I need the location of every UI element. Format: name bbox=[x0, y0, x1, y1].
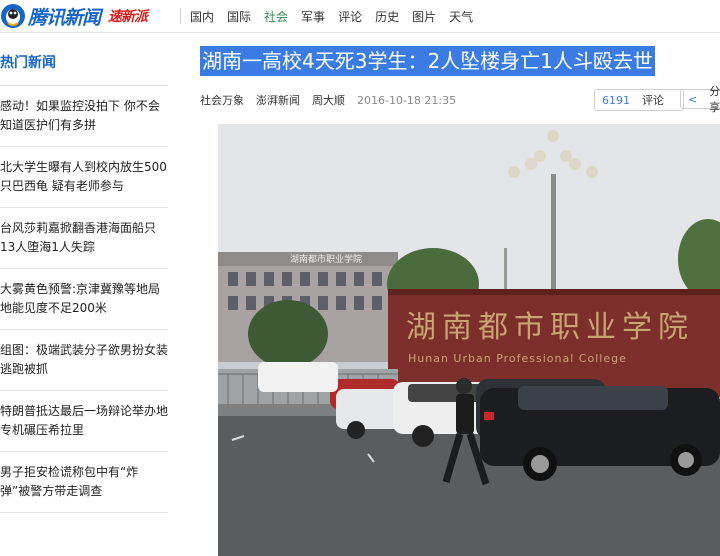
building-sign: 湖南都市职业学院 bbox=[290, 253, 362, 265]
nav-item-opinion[interactable]: 评论 bbox=[338, 8, 362, 25]
hot-news-sidebar: 热门新闻 感动！如果监控没拍下 你不会知道医护们有多拼 北大学生曝有人到校内放生… bbox=[0, 32, 168, 513]
comment-button[interactable]: 6191 评论 bbox=[594, 89, 684, 111]
sidebar-news-item[interactable]: 北大学生曝有人到校内放生500只巴西龟 疑有老师参与 bbox=[0, 147, 168, 208]
site-logo[interactable]: 腾讯新闻 速新派 bbox=[0, 2, 148, 30]
article-title: 湖南一高校4天死3学生：2人坠楼身亡1人斗殴去世 bbox=[200, 46, 655, 76]
sidebar-news-item[interactable]: 组图：极端武装分子欲男扮女装逃跑被抓 bbox=[0, 330, 168, 391]
comment-label: 评论 bbox=[642, 94, 664, 107]
comment-count: 6191 bbox=[602, 93, 630, 107]
share-icon: < bbox=[688, 92, 698, 106]
share-label: 分享 bbox=[709, 85, 720, 114]
sidebar-title: 热门新闻 bbox=[0, 32, 168, 86]
article-date: 2016-10-18 21:35 bbox=[357, 93, 457, 107]
share-button[interactable]: < 分享 bbox=[680, 85, 720, 114]
gate-sign-text: 湖南都市职业学院 bbox=[406, 310, 694, 345]
main-nav: 国内 国际 社会 军事 评论 历史 图片 天气 bbox=[190, 0, 486, 32]
sidebar-news-item[interactable]: 特朗普抵达最后一场辩论举办地 专机碾压希拉里 bbox=[0, 391, 168, 452]
article-photo: 湖南都市职业学院 湖南都市职业学院 Hunan Urban Profession… bbox=[218, 124, 720, 556]
nav-item-history[interactable]: 历史 bbox=[375, 8, 399, 25]
nav-item-military[interactable]: 军事 bbox=[301, 8, 325, 25]
sidebar-news-item[interactable]: 台风莎莉嘉掀翻香港海面船只 13人堕海1人失踪 bbox=[0, 208, 168, 269]
sidebar-news-item[interactable]: 男子拒安检谎称包中有“炸弹”被警方带走调查 bbox=[0, 452, 168, 513]
sidebar-news-item[interactable]: 大雾黄色预警:京津冀豫等地局地能见度不足200米 bbox=[0, 269, 168, 330]
article-category[interactable]: 社会万象 bbox=[200, 92, 244, 108]
channel-badge: 速新派 bbox=[108, 9, 148, 25]
sidebar-news-item[interactable]: 感动！如果监控没拍下 你不会知道医护们有多拼 bbox=[0, 86, 168, 147]
article-meta: 社会万象 澎湃新闻 周大顺 2016-10-18 21:35 6191 评论 <… bbox=[200, 85, 720, 114]
article-source[interactable]: 澎湃新闻 bbox=[256, 92, 300, 108]
qq-penguin-icon bbox=[0, 3, 26, 29]
site-logo-text: 腾讯新闻 bbox=[28, 6, 101, 29]
gate-sign-english: Hunan Urban Professional College bbox=[408, 352, 627, 365]
nav-item-weather[interactable]: 天气 bbox=[449, 8, 473, 25]
nav-item-international[interactable]: 国际 bbox=[227, 8, 251, 25]
nav-item-photos[interactable]: 图片 bbox=[412, 8, 436, 25]
top-bar: 腾讯新闻 速新派 国内 国际 社会 军事 评论 历史 图片 天气 bbox=[0, 0, 720, 33]
article-author: 周大顺 bbox=[312, 94, 345, 107]
nav-item-domestic[interactable]: 国内 bbox=[190, 8, 214, 25]
nav-divider bbox=[180, 8, 181, 24]
nav-item-society[interactable]: 社会 bbox=[264, 8, 288, 25]
